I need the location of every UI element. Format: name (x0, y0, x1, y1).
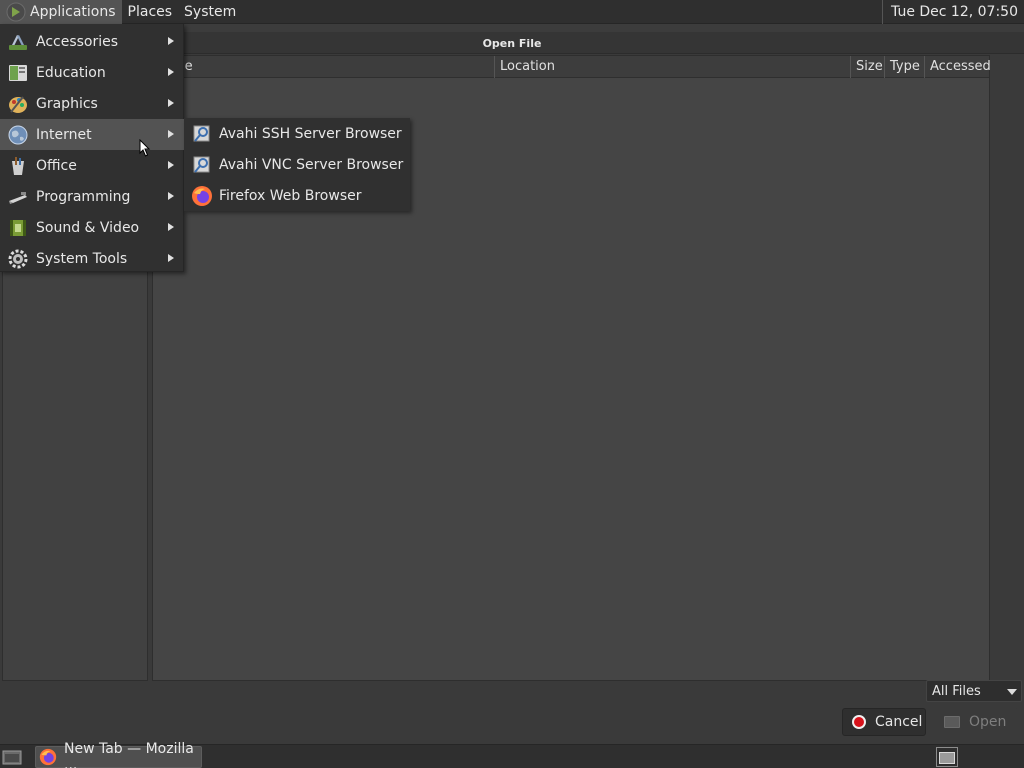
menu-item-label: Internet (36, 126, 92, 143)
show-desktop-icon[interactable] (2, 748, 22, 766)
workspace-switcher[interactable] (936, 747, 958, 767)
submenu-item-avahi-vnc[interactable]: Avahi VNC Server Browser (184, 149, 410, 180)
internet-submenu: Avahi SSH Server Browser Avahi VNC Serve… (184, 118, 410, 211)
firefox-icon (39, 748, 57, 766)
avahi-icon (193, 156, 210, 173)
menu-item-graphics[interactable]: Graphics (0, 88, 184, 119)
cancel-button-label: Cancel (875, 714, 923, 730)
clock[interactable]: Tue Dec 12, 07:50 (882, 0, 1024, 24)
menu-item-label: Education (36, 64, 106, 81)
column-accessed-label: Accessed (930, 59, 991, 74)
bottom-panel: New Tab — Mozilla ... (0, 741, 1024, 768)
file-type-filter-value: All Files (932, 683, 981, 699)
applications-menu-label: Applications (30, 3, 116, 20)
internet-globe-icon (8, 125, 28, 144)
top-panel: Applications Places System Tue Dec 12, 0… (0, 0, 1024, 24)
menu-item-system-tools[interactable]: System Tools (0, 243, 184, 274)
cancel-icon (852, 715, 866, 729)
submenu-item-label: Firefox Web Browser (219, 187, 362, 204)
system-menu[interactable]: System (178, 0, 242, 24)
menu-item-accessories[interactable]: Accessories (0, 26, 184, 57)
places-menu-label: Places (127, 3, 173, 20)
chevron-down-icon (1007, 689, 1017, 695)
file-type-filter[interactable]: All Files (926, 680, 1022, 702)
graphics-icon (9, 95, 27, 113)
submenu-arrow-icon (168, 37, 174, 45)
clock-text: Tue Dec 12, 07:50 (891, 4, 1018, 20)
mouse-cursor-icon (139, 139, 151, 157)
mate-logo-icon (6, 2, 26, 21)
sound-video-icon (10, 219, 26, 236)
open-button[interactable]: Open (934, 708, 1018, 736)
menu-item-label: Graphics (36, 95, 98, 112)
column-location-label: Location (500, 59, 555, 74)
submenu-arrow-icon (168, 99, 174, 107)
office-icon (12, 156, 24, 175)
submenu-item-label: Avahi SSH Server Browser (219, 125, 402, 142)
dialog-title: Open File (482, 37, 542, 50)
programming-icon (9, 191, 27, 204)
submenu-item-avahi-ssh[interactable]: Avahi SSH Server Browser (184, 118, 410, 149)
column-name-header[interactable]: me (153, 56, 495, 78)
submenu-arrow-icon (168, 68, 174, 76)
column-type-label: Type (890, 59, 920, 74)
column-size-header[interactable]: Size (851, 56, 885, 78)
column-accessed-header[interactable]: Accessed (925, 56, 991, 78)
system-menu-label: System (184, 3, 237, 20)
column-size-label: Size (856, 59, 883, 74)
places-menu[interactable]: Places (122, 0, 179, 24)
menu-item-label: Accessories (36, 33, 119, 50)
submenu-arrow-icon (168, 161, 174, 169)
submenu-arrow-icon (168, 192, 174, 200)
menu-item-sound-video[interactable]: Sound & Video (0, 212, 184, 243)
taskbar-window-label: New Tab — Mozilla ... (64, 741, 194, 768)
avahi-icon (193, 125, 210, 142)
submenu-arrow-icon (168, 223, 174, 231)
folder-open-icon (944, 716, 960, 728)
menu-item-label: Sound & Video (36, 219, 140, 236)
cancel-button[interactable]: Cancel (842, 708, 926, 736)
submenu-arrow-icon (168, 254, 174, 262)
list-header: me Location Size Type Accessed (153, 56, 991, 78)
taskbar-window-button[interactable]: New Tab — Mozilla ... (35, 741, 202, 768)
submenu-arrow-icon (168, 130, 174, 138)
column-type-header[interactable]: Type (885, 56, 925, 78)
submenu-item-label: Avahi VNC Server Browser (219, 156, 404, 173)
menu-item-programming[interactable]: Programming (0, 181, 184, 212)
firefox-icon (192, 185, 212, 206)
education-icon (9, 64, 27, 81)
menu-item-office[interactable]: Office (0, 150, 184, 181)
menu-item-label: System Tools (36, 250, 128, 267)
column-location-header[interactable]: Location (495, 56, 851, 78)
open-button-label: Open (969, 714, 1007, 730)
system-tools-gear-icon (8, 249, 28, 268)
submenu-item-firefox[interactable]: Firefox Web Browser (184, 180, 410, 211)
applications-dropdown: Accessories Education Graphics Internet (0, 24, 184, 272)
menu-item-internet[interactable]: Internet (0, 119, 184, 150)
accessories-icon (9, 34, 27, 50)
workspace-window-thumbnail (939, 752, 955, 764)
menu-item-label: Office (36, 157, 77, 174)
menu-item-label: Programming (36, 188, 131, 205)
menu-item-education[interactable]: Education (0, 57, 184, 88)
applications-menu[interactable]: Applications (0, 0, 122, 24)
